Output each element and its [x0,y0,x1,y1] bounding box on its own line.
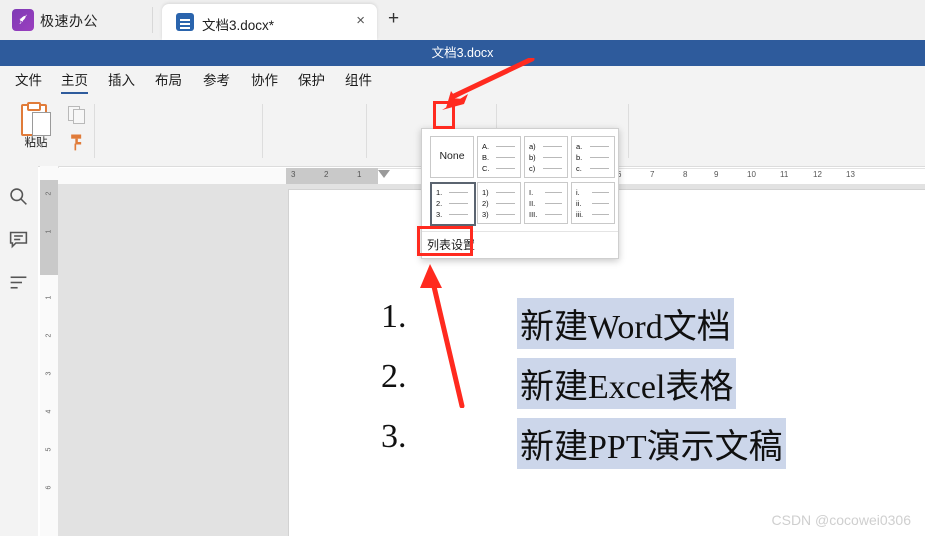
watermark-label: CSDN @cocowei0306 [771,512,912,528]
title-bar: 文档3.docx [0,40,925,98]
paste-icon [21,102,51,136]
indent-marker[interactable] [378,170,390,178]
gallery-marker: 3. [436,210,443,219]
group-divider [94,104,95,158]
hruler-tick: 8 [683,170,688,179]
menu-item-file[interactable]: 文件 [8,66,49,96]
close-icon[interactable]: × [356,12,365,30]
gallery-cell-lower-alpha-period[interactable]: a. b. c. [571,136,615,178]
group-divider [628,104,629,158]
search-icon[interactable] [8,186,30,208]
tab-divider [152,7,153,33]
gallery-marker: b) [529,153,536,162]
gallery-marker: B. [482,153,490,162]
paste-button[interactable]: 粘贴 [12,100,60,160]
gallery-cell-lower-alpha-paren[interactable]: a) b) c) [524,136,568,178]
menu-item-insert[interactable]: 插入 [101,66,142,96]
gallery-marker: c) [529,164,536,173]
list-number: 3. [381,418,407,455]
new-tab-button[interactable]: + [388,9,399,29]
gallery-marker: 2. [436,199,443,208]
vruler-tick: 5 [45,447,53,452]
document-tab-label: 文档3.docx* [202,18,275,33]
gallery-marker: 1) [482,188,489,197]
gallery-marker: ii. [576,199,582,208]
menu-bar: 文件 主页 插入 布局 参考 协作 保护 组件 [0,66,925,97]
window-title: 文档3.docx [431,46,494,60]
gallery-marker: I. [529,188,534,197]
vruler-tick: 2 [45,191,53,196]
menu-item-collaborate[interactable]: 协作 [244,66,285,96]
gallery-cell-decimal-period[interactable]: 1. 2. 3. [430,182,476,226]
vruler-tick: 1 [45,295,53,300]
gallery-marker: i. [576,188,580,197]
gallery-marker: a) [529,142,536,151]
document-icon [176,13,194,31]
copy-icon [68,106,86,124]
hruler-tick: 12 [813,170,822,179]
list-item-text[interactable]: 新建PPT演示文稿 [517,418,786,469]
list-item-text[interactable]: 新建Word文档 [517,298,734,349]
side-icon-rail [0,166,38,536]
gallery-marker: A. [482,142,490,151]
document-tab[interactable]: 文档3.docx* × [162,4,377,40]
menu-item-reference[interactable]: 参考 [196,66,237,96]
gallery-marker: a. [576,142,583,151]
vruler-tick: 4 [45,409,53,414]
list-number: 2. [381,358,407,395]
menu-item-home[interactable]: 主页 [54,66,95,96]
vruler-tick: 3 [45,371,53,376]
gallery-marker: 3) [482,210,489,219]
list-item-text[interactable]: 新建Excel表格 [517,358,737,409]
menu-item-components[interactable]: 组件 [338,66,379,96]
gallery-cell-none[interactable]: None [430,136,474,178]
gallery-marker: c. [576,164,582,173]
gallery-marker: III. [529,210,538,219]
vertical-ruler[interactable]: 2 1 1 2 3 4 5 6 [40,166,59,536]
annotation-box-dropdown-arrow [433,101,455,129]
hruler-tick: 10 [747,170,756,179]
gallery-marker: b. [576,153,583,162]
paste-label: 粘贴 [24,137,48,149]
gallery-cell-label: None [439,150,465,162]
copy-button[interactable] [66,104,88,126]
gallery-marker: II. [529,199,536,208]
app-name: 极速办公 [40,13,98,29]
gallery-marker: iii. [576,210,584,219]
hruler-margin-left [286,168,378,184]
annotation-box-list-settings [417,226,473,256]
rocket-icon [12,9,34,31]
hruler-tick: 2 [324,170,329,179]
menu-item-protect[interactable]: 保护 [291,66,332,96]
group-divider [366,104,367,158]
gallery-cell-decimal-paren[interactable]: 1) 2) 3) [477,182,521,224]
gallery-marker: 2) [482,199,489,208]
hruler-tick: 9 [714,170,719,179]
format-painter-icon [71,134,82,151]
gallery-marker: C. [482,164,490,173]
vruler-tick: 1 [45,229,53,234]
navigation-icon[interactable] [8,272,30,294]
hruler-tick: 13 [846,170,855,179]
hruler-tick: 7 [650,170,655,179]
gallery-cell-upper-alpha-period[interactable]: A. B. C. [477,136,521,178]
menu-item-layout[interactable]: 布局 [148,66,189,96]
format-painter-button[interactable] [62,132,92,158]
group-divider [262,104,263,158]
gallery-marker: 1. [436,188,443,197]
gallery-cell-lower-roman[interactable]: i. ii. iii. [571,182,615,224]
browser-tab-strip: 极速办公 文档3.docx* × + [0,0,925,40]
gallery-cell-upper-roman[interactable]: I. II. III. [524,182,568,224]
vruler-tick: 2 [45,333,53,338]
comment-icon[interactable] [8,229,30,251]
hruler-tick: 3 [291,170,296,179]
hruler-tick: 11 [780,170,789,179]
hruler-tick: 1 [357,170,362,179]
vruler-tick: 6 [45,485,53,490]
list-number: 1. [381,298,407,335]
